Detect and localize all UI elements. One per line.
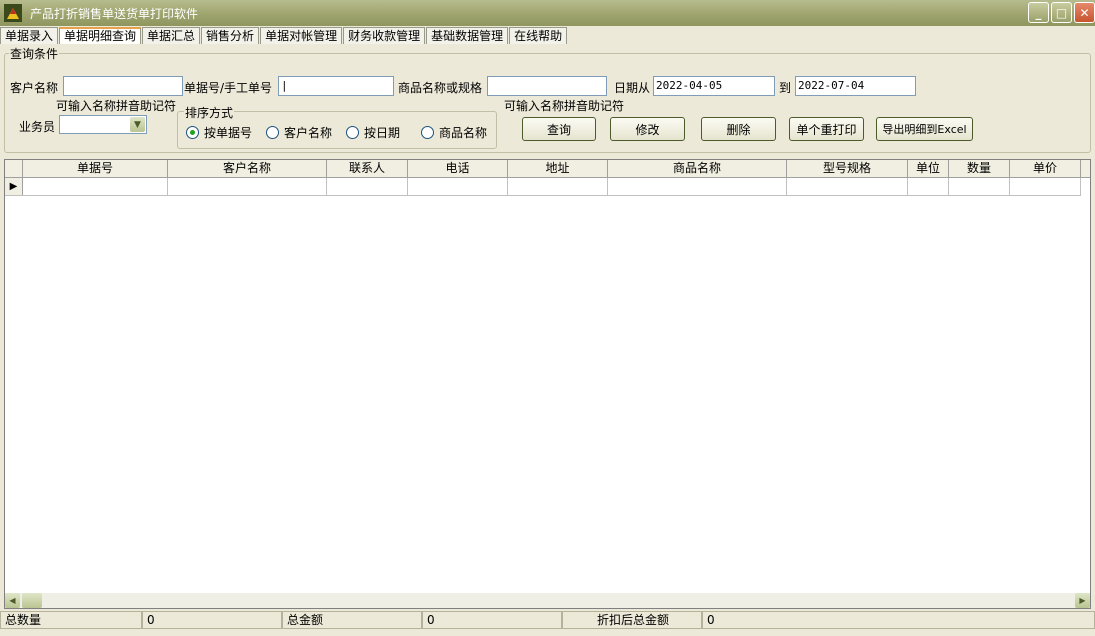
column-header-filler [1081,160,1090,177]
tab-entry[interactable]: 单据录入 [0,27,59,44]
total-amount-label: 总金额 [282,611,422,629]
hint-left: 可输入名称拼音助记符 [56,99,177,113]
tab-base-data[interactable]: 基础数据管理 [426,27,509,44]
column-header[interactable]: 商品名称 [608,160,787,177]
scroll-left-icon[interactable]: ◀ [5,593,20,608]
reprint-button[interactable]: 单个重打印 [789,117,864,141]
current-row-indicator-icon: ▶ [5,178,23,195]
table-cell[interactable] [168,178,327,195]
sort-option-label: 客户名称 [284,126,333,140]
total-amount-value: 0 [422,611,562,629]
date-to-input[interactable]: 2022-07-04 [795,76,916,96]
tab-summary[interactable]: 单据汇总 [142,27,201,44]
scroll-thumb[interactable] [22,593,42,608]
edit-button[interactable]: 修改 [610,117,685,141]
grid-header: 单据号 客户名称 联系人 电话 地址 商品名称 型号规格 单位 数量 单价 [5,160,1090,178]
discount-total-value: 0 [702,611,1095,629]
column-header[interactable]: 型号规格 [787,160,908,177]
column-header[interactable]: 单价 [1010,160,1081,177]
grid-corner [5,160,23,177]
total-qty-value: 0 [142,611,282,629]
column-header[interactable]: 数量 [949,160,1010,177]
table-cell[interactable] [23,178,168,195]
table-cell[interactable] [787,178,908,195]
detail-grid[interactable]: 单据号 客户名称 联系人 电话 地址 商品名称 型号规格 单位 数量 单价 ▶ [4,159,1091,609]
query-button[interactable]: 查询 [522,117,596,141]
sort-option-label: 按日期 [364,126,401,140]
radio-selected-icon [186,126,199,139]
app-logo-icon [4,4,22,22]
doc-no-label: 单据号/手工单号 [184,81,273,95]
discount-total-label: 折扣后总金额 [562,611,702,629]
minimize-button[interactable]: _ [1028,2,1049,23]
tab-reconciliation[interactable]: 单据对帐管理 [260,27,343,44]
table-cell[interactable] [608,178,787,195]
sort-option-date[interactable]: 按日期 [346,124,400,141]
table-cell[interactable] [327,178,408,195]
customer-label: 客户名称 [10,81,59,95]
table-cell[interactable] [1010,178,1081,195]
radio-icon [346,126,359,139]
sort-option-label: 按单据号 [204,126,253,140]
export-excel-button[interactable]: 导出明细到Excel [876,117,973,141]
main-tabs: 单据录入 单据明细查询 单据汇总 销售分析 单据对帐管理 财务收款管理 基础数据… [0,27,568,44]
customer-input[interactable] [63,76,183,96]
doc-no-input[interactable]: | [278,76,394,96]
tab-finance[interactable]: 财务收款管理 [343,27,426,44]
close-button[interactable]: ✕ [1074,2,1095,23]
sort-option-product[interactable]: 商品名称 [421,124,487,141]
horizontal-scrollbar[interactable]: ◀ ▶ [5,593,1090,608]
tab-help[interactable]: 在线帮助 [509,27,568,44]
column-header[interactable]: 地址 [508,160,608,177]
date-from-input[interactable]: 2022-04-05 [653,76,775,96]
tab-sales-analysis[interactable]: 销售分析 [201,27,260,44]
column-header[interactable]: 电话 [408,160,508,177]
query-group-title: 查询条件 [9,45,60,62]
radio-icon [266,126,279,139]
table-cell[interactable] [508,178,608,195]
status-bar: 总数量 0 总金额 0 折扣后总金额 0 [0,611,1095,631]
delete-button[interactable]: 删除 [701,117,776,141]
sort-group-title: 排序方式 [184,104,235,121]
salesman-select[interactable]: ▼ [59,115,147,134]
column-header[interactable]: 客户名称 [168,160,327,177]
maximize-button[interactable]: □ [1051,2,1072,23]
scroll-right-icon[interactable]: ▶ [1075,593,1090,608]
hint-right: 可输入名称拼音助记符 [504,99,625,113]
table-row[interactable]: ▶ [5,178,1081,196]
sort-option-label: 商品名称 [439,126,488,140]
table-cell[interactable] [949,178,1010,195]
chevron-down-icon[interactable]: ▼ [130,117,145,132]
table-cell[interactable] [908,178,949,195]
table-cell[interactable] [408,178,508,195]
date-to-label: 到 [779,81,792,95]
product-label: 商品名称或规格 [398,81,483,95]
column-header[interactable]: 单据号 [23,160,168,177]
tab-detail-query[interactable]: 单据明细查询 [59,27,142,44]
radio-icon [421,126,434,139]
sort-option-doc-no[interactable]: 按单据号 [186,124,252,141]
column-header[interactable]: 单位 [908,160,949,177]
product-input[interactable] [487,76,607,96]
date-from-label: 日期从 [614,81,651,95]
column-header[interactable]: 联系人 [327,160,408,177]
sort-option-customer[interactable]: 客户名称 [266,124,332,141]
salesman-label: 业务员 [19,120,56,134]
total-qty-label: 总数量 [0,611,142,629]
window-title: 产品打折销售单送货单打印软件 [30,7,199,21]
